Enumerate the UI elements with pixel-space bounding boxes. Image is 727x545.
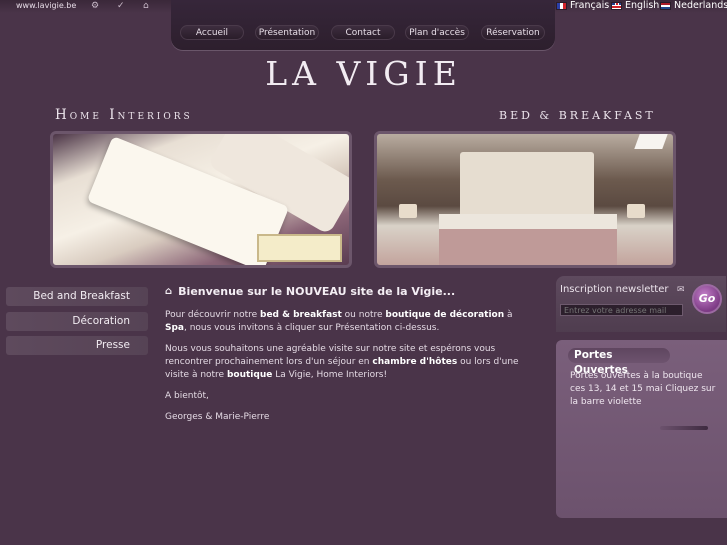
nav-presentation[interactable]: Présentation xyxy=(255,25,319,40)
nav-accueil[interactable]: Accueil xyxy=(180,25,244,40)
nav-plan-acces[interactable]: Plan d'accès xyxy=(405,25,469,40)
english-flag-icon xyxy=(611,2,622,10)
intro-paragraph: Pour découvrir notre bed & breakfast ou … xyxy=(165,310,513,333)
language-label: English xyxy=(625,0,660,11)
language-french[interactable]: Français xyxy=(556,0,609,12)
site-url[interactable]: www.lavigie.be xyxy=(16,1,76,10)
open-house-purple-bar[interactable] xyxy=(660,426,708,430)
open-house-text: Portes ouvertes à la boutique ces 13, 14… xyxy=(570,371,716,407)
bed-breakfast-title: BED & BREAKFAST xyxy=(499,109,656,122)
newsletter-panel: Inscription newsletter ✉ Go xyxy=(556,276,726,332)
bed-breakfast-photo[interactable] xyxy=(374,131,676,268)
lamp-right-shape xyxy=(627,204,645,218)
greeting-text: A bientôt, xyxy=(165,391,209,401)
settings-icon[interactable]: ⚙ xyxy=(91,1,99,11)
sidebar-item-decoration[interactable]: Décoration xyxy=(6,312,148,331)
site-logo[interactable]: LA VIGIE xyxy=(0,54,727,93)
main-nav: Accueil Présentation Contact Plan d'accè… xyxy=(171,0,555,50)
mail-icon: ✉ xyxy=(677,285,685,295)
open-house-title: Portes Ouvertes xyxy=(568,348,670,376)
language-dutch[interactable]: Nederlands xyxy=(660,0,727,12)
lamp-left-shape xyxy=(399,204,417,218)
welcome-heading: ⌂ Bienvenue sur le NOUVEAU site de la Vi… xyxy=(165,285,455,298)
home-interiors-photo[interactable] xyxy=(50,131,352,268)
welcome-paragraph: Nous vous souhaitons une agréable visite… xyxy=(165,344,519,380)
language-label: Français xyxy=(570,0,610,11)
bed-throw-shape xyxy=(439,229,617,265)
language-label: Nederlands xyxy=(674,0,727,11)
sidebar-item-bed-and-breakfast[interactable]: Bed and Breakfast xyxy=(6,287,148,306)
french-flag-icon xyxy=(556,2,567,10)
language-english[interactable]: English xyxy=(611,0,659,12)
nav-reservation[interactable]: Réservation xyxy=(481,25,545,40)
dutch-flag-icon xyxy=(660,2,671,10)
home-interiors-title: Home Interiors xyxy=(55,107,193,123)
newsletter-go-button[interactable]: Go xyxy=(692,284,722,314)
newsletter-label: Inscription newsletter xyxy=(560,284,669,295)
nav-contact[interactable]: Contact xyxy=(331,25,395,40)
open-house-panel: Portes Ouvertes Portes ouvertes à la bou… xyxy=(556,340,727,518)
newsletter-email-input[interactable] xyxy=(560,304,683,316)
sidebar-item-presse[interactable]: Presse xyxy=(6,336,148,355)
soap-shape xyxy=(257,234,342,262)
home-icon: ⌂ xyxy=(165,286,173,297)
welcome-title-text: Bienvenue sur le NOUVEAU site de la Vigi… xyxy=(178,285,456,298)
home-icon[interactable]: ⌂ xyxy=(143,1,149,11)
skylight-shape xyxy=(634,134,668,149)
signature-text: Georges & Marie-Pierre xyxy=(165,412,270,422)
check-icon[interactable]: ✓ xyxy=(117,1,125,11)
